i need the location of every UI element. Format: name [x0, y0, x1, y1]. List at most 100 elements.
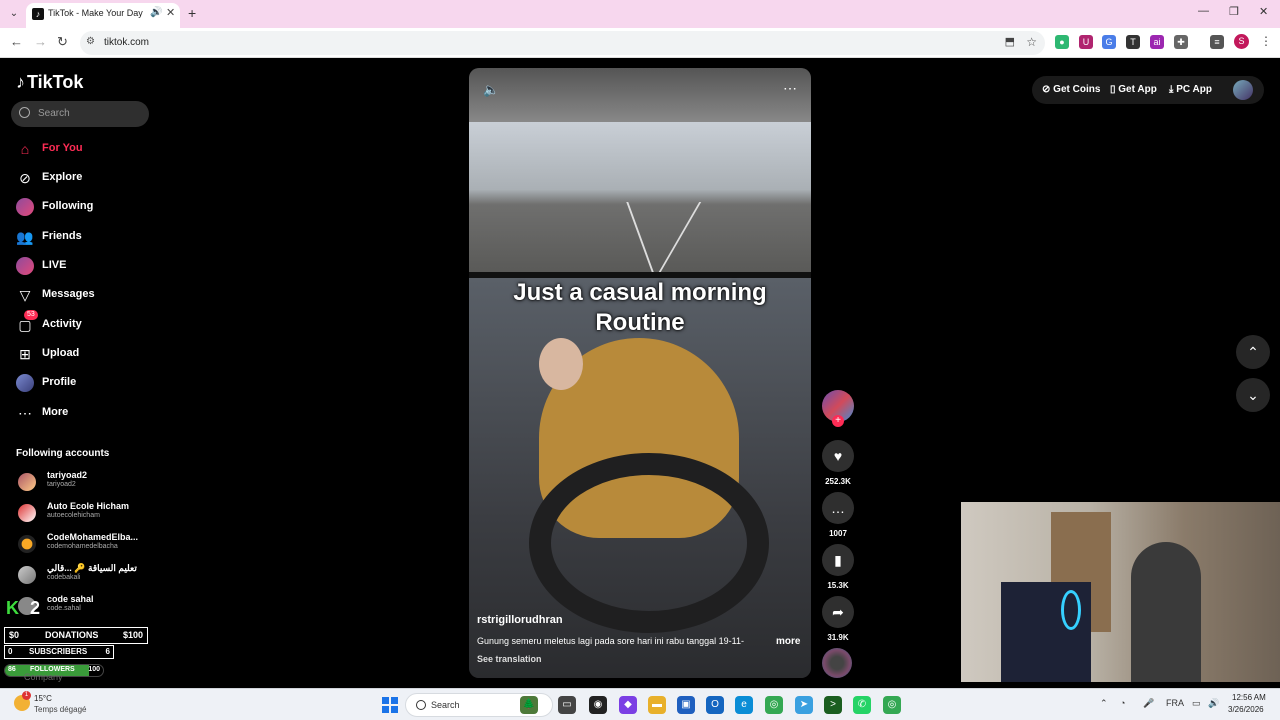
- extension-ai-icon[interactable]: ai: [1150, 35, 1164, 49]
- temperature: 15°C: [34, 694, 52, 703]
- terminal-icon[interactable]: >: [824, 696, 842, 714]
- back-button[interactable]: ←: [10, 34, 23, 49]
- pc-app-button[interactable]: ⤓ PC App: [1169, 84, 1212, 95]
- browser-tab[interactable]: ♪ TikTok - Make Your Day 🔊 ✕: [26, 3, 180, 28]
- chrome-active-icon[interactable]: ◎: [883, 696, 901, 714]
- install-app-icon[interactable]: ⬒: [1005, 35, 1015, 48]
- nav-following[interactable]: Following: [14, 196, 154, 218]
- file-explorer-icon[interactable]: ▬: [648, 696, 666, 714]
- close-window-button[interactable]: ✕: [1259, 5, 1268, 18]
- logo-text: TikTok: [27, 72, 84, 92]
- video-top-strip: [469, 68, 811, 122]
- kick-logo: K: [6, 598, 19, 618]
- site-info-icon[interactable]: ⚙: [86, 36, 95, 47]
- bookmark-star-icon[interactable]: ☆: [1026, 35, 1037, 49]
- nav-activity[interactable]: ▢ 53 Activity: [14, 310, 154, 336]
- video-caption-overlay: Just a casual morning Routine: [513, 279, 767, 336]
- obs-icon[interactable]: ◉: [589, 696, 607, 714]
- weather-badge: 1: [22, 691, 31, 700]
- task-view-icon[interactable]: ▭: [558, 696, 576, 714]
- extension-translate-icon[interactable]: G: [1102, 35, 1116, 49]
- account-name: tariyoad2: [47, 470, 88, 480]
- video-player[interactable]: Just a casual morning Routine 🔈 ⋯ rstrig…: [469, 68, 811, 678]
- account-handle: codemohamedelbacha: [47, 543, 118, 550]
- nav-friends[interactable]: 👥 Friends: [14, 226, 154, 248]
- minimize-button[interactable]: —: [1198, 5, 1209, 17]
- following-account[interactable]: Auto Ecole Hicham autoecolehicham: [16, 501, 151, 527]
- tiktok-logo[interactable]: ♪ TikTok: [16, 72, 83, 93]
- music-disc-icon[interactable]: [822, 648, 852, 678]
- browser-tabstrip: ⌄ ♪ TikTok - Make Your Day 🔊 ✕ + — ❐ ✕: [0, 0, 1280, 28]
- nav-label: Activity: [42, 318, 82, 330]
- subscribers-target: 6: [105, 647, 110, 656]
- following-account[interactable]: tariyoad2 tariyoad2: [16, 470, 151, 496]
- video-more-icon[interactable]: ⋯: [783, 80, 797, 97]
- account-handle: autoecolehicham: [47, 512, 100, 519]
- donations-current: $0: [9, 630, 20, 640]
- tab-audio-icon[interactable]: 🔊: [150, 7, 162, 18]
- whatsapp-icon[interactable]: ✆: [853, 696, 871, 714]
- volume-tray-icon[interactable]: 🔊: [1208, 698, 1219, 709]
- subscribers-goal: 0 SUBSCRIBERS 6: [4, 645, 114, 659]
- get-coins-button[interactable]: ⊘ Get Coins: [1042, 84, 1100, 95]
- donations-label: DONATIONS: [45, 630, 99, 640]
- clock-time[interactable]: 12:56 AM: [1232, 693, 1266, 702]
- following-account[interactable]: تعليم السياقة 🔑 ...قالي codebakali: [16, 563, 151, 589]
- extension-text-icon[interactable]: T: [1126, 35, 1140, 49]
- restore-button[interactable]: ❐: [1229, 5, 1239, 18]
- follow-plus-icon[interactable]: +: [832, 415, 844, 427]
- nav-for-you[interactable]: ⌂ For You: [14, 138, 154, 160]
- wifi-icon[interactable]: ▭: [1192, 698, 1201, 709]
- previous-video-button[interactable]: ⌃: [1236, 335, 1270, 369]
- reading-list-icon[interactable]: ≡: [1210, 35, 1224, 49]
- nav-live[interactable]: LIVE: [14, 255, 154, 277]
- search-input[interactable]: Search: [11, 101, 149, 127]
- browser-profile-avatar[interactable]: S: [1234, 34, 1249, 49]
- extensions-puzzle-icon[interactable]: ✚: [1174, 35, 1188, 49]
- copilot-icon[interactable]: ◆: [619, 696, 637, 714]
- windows-start-icon[interactable]: [382, 697, 398, 713]
- save-count: 15.3K: [827, 581, 849, 590]
- edge-icon[interactable]: e: [735, 696, 753, 714]
- reload-button[interactable]: ↻: [57, 34, 68, 50]
- browser-menu-icon[interactable]: ⋮: [1260, 34, 1272, 48]
- forward-button[interactable]: →: [34, 34, 47, 49]
- nav-upload[interactable]: ⊞ Upload: [14, 343, 154, 365]
- nav-more[interactable]: ⋯ More: [14, 402, 154, 424]
- following-account[interactable]: CodeMohamedElba... codemohamedelbacha: [16, 532, 151, 558]
- telegram-icon[interactable]: ➤: [795, 696, 813, 714]
- comment-button[interactable]: …: [822, 492, 854, 524]
- save-button[interactable]: ▮: [822, 544, 854, 576]
- steering-wheel: [529, 453, 769, 633]
- company-link[interactable]: Company: [24, 672, 63, 682]
- next-video-button[interactable]: ⌄: [1236, 378, 1270, 412]
- extension-ublock-icon[interactable]: U: [1079, 35, 1093, 49]
- followers-target: 100: [88, 666, 100, 673]
- store-icon[interactable]: ▣: [677, 696, 695, 714]
- tab-close-icon[interactable]: ✕: [166, 6, 175, 19]
- video-author[interactable]: rstrigillorudhran: [477, 614, 563, 626]
- tray-network-icon[interactable]: ◔: [1120, 698, 1125, 708]
- extension-shield-icon[interactable]: ●: [1055, 35, 1069, 49]
- nav-messages[interactable]: ▽ Messages: [14, 284, 154, 306]
- new-tab-button[interactable]: +: [188, 5, 196, 21]
- tray-chevron-icon[interactable]: ⌃: [1100, 698, 1108, 709]
- tray-mic-icon[interactable]: 🎤: [1143, 698, 1154, 709]
- chrome-icon[interactable]: ◎: [765, 696, 783, 714]
- address-bar[interactable]: ⚙ tiktok.com ⬒ ☆: [80, 31, 1045, 55]
- see-translation-link[interactable]: See translation: [477, 654, 542, 664]
- nav-profile[interactable]: Profile: [14, 372, 154, 394]
- nav-explore[interactable]: ⊘ Explore: [14, 167, 154, 189]
- volume-icon[interactable]: 🔈: [483, 82, 499, 98]
- like-button[interactable]: ♥: [822, 440, 854, 472]
- windows-taskbar: 1 15°C Temps dégagé Search 🌲 ▭ ◉ ◆ ▬ ▣ O…: [0, 688, 1280, 720]
- user-avatar[interactable]: [1233, 80, 1253, 100]
- share-button[interactable]: ➦: [822, 596, 854, 628]
- clock-date[interactable]: 3/26/2026: [1228, 705, 1264, 714]
- language-indicator[interactable]: FRA: [1166, 698, 1184, 708]
- account-name: Auto Ecole Hicham: [47, 501, 130, 511]
- get-app-button[interactable]: ▯ Get App: [1110, 84, 1157, 95]
- description-more-link[interactable]: more: [776, 636, 800, 647]
- tab-search-chevron-icon[interactable]: ⌄: [6, 6, 22, 22]
- outlook-icon[interactable]: O: [706, 696, 724, 714]
